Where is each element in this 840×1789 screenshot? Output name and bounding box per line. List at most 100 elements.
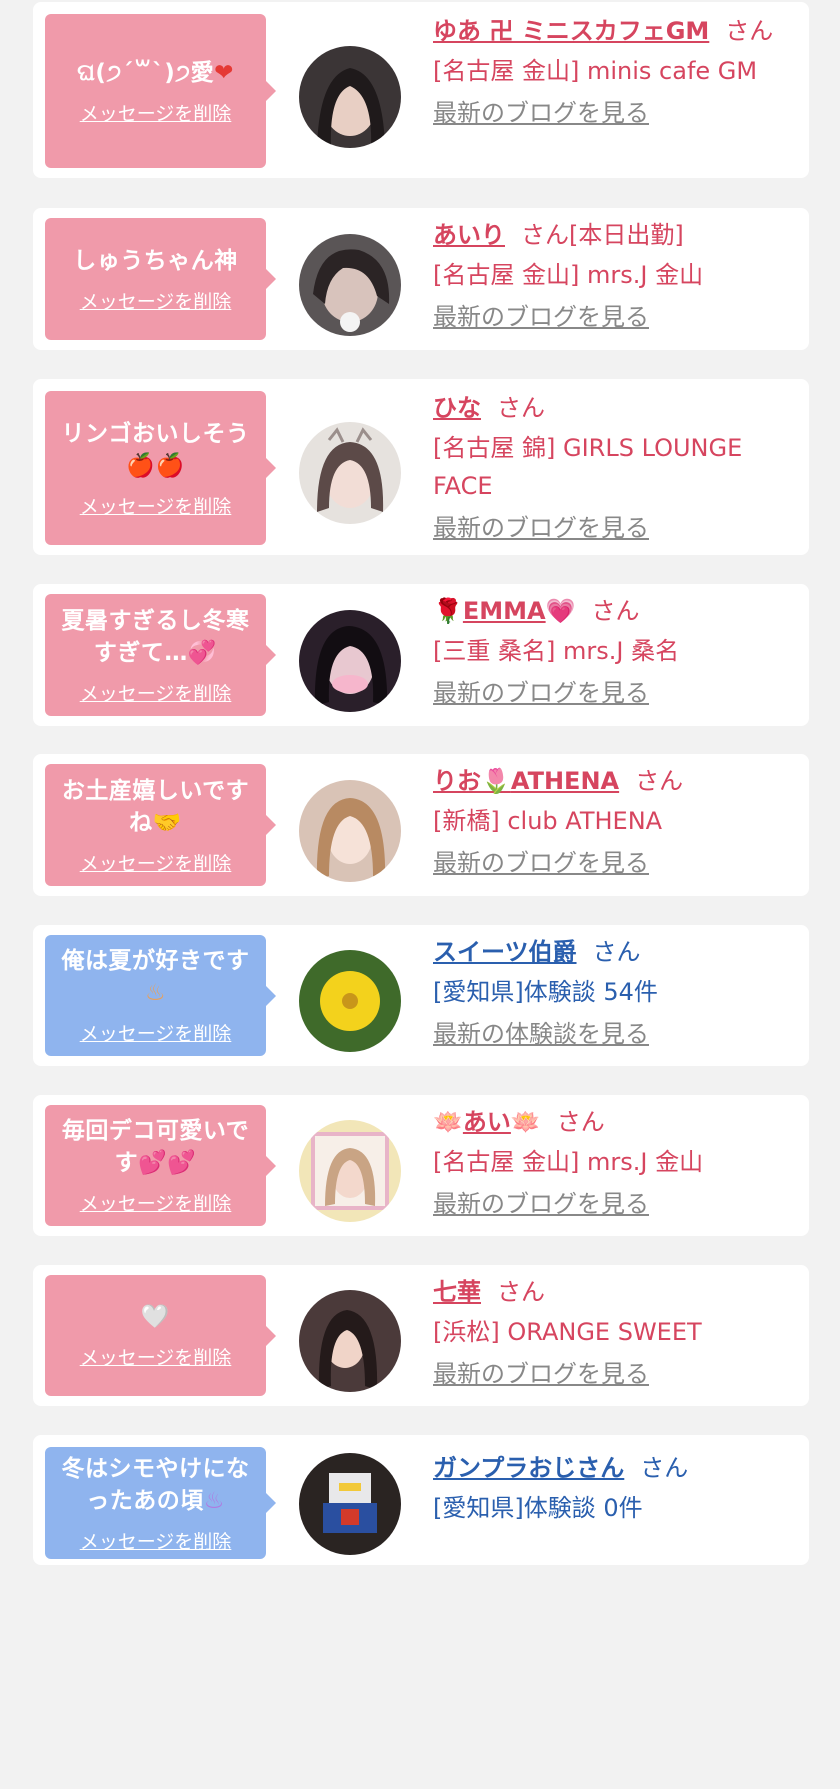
message-bubble: リンゴおいしそう 🍎🍎 メッセージを削除 bbox=[45, 391, 276, 545]
lotus-icon: 🪷 bbox=[510, 1108, 541, 1136]
list-item: お土産嬉しいですね🤝 メッセージを削除 りお🌷ATHENA さん [新橋] clu… bbox=[33, 754, 809, 896]
latest-blog-link[interactable]: 最新のブログを見る bbox=[433, 1357, 789, 1391]
shop-name: [三重 桑名] mrs.J 桑名 bbox=[433, 637, 680, 665]
shop-name: [名古屋 金山] mrs.J 金山 bbox=[433, 1148, 704, 1176]
avatar[interactable] bbox=[299, 950, 401, 1052]
shop-name: [浜松] ORANGE SWEET bbox=[433, 1318, 702, 1346]
message-text: お土産嬉しいですね🤝 bbox=[61, 777, 250, 836]
latest-review-link[interactable]: 最新の体験談を見る bbox=[433, 1017, 789, 1051]
girl-info: ゆあ 卍 ミニスカフェGM さん [名古屋 金山] minis cafe GM 最… bbox=[433, 14, 789, 130]
list-item: 毎回デコ可愛いです💕💕 メッセージを削除 🪷あい🪷 さん [名古屋 金山] mrs… bbox=[33, 1095, 809, 1236]
avatar[interactable] bbox=[299, 780, 401, 882]
message-bubble: ଘ(੭ˊ꒳ˋ)੭愛❤ メッセージを削除 bbox=[45, 14, 276, 168]
apple-icon: 🍎🍎 bbox=[126, 452, 185, 479]
list-item: ଘ(੭ˊ꒳ˋ)੭愛❤ メッセージを削除 ゆあ 卍 ミニスカフェGM さん [名古屋… bbox=[33, 2, 809, 178]
list-item: 🤍 メッセージを削除 七華 さん [浜松] ORANGE SWEET 最新のブログ… bbox=[33, 1265, 809, 1406]
latest-blog-link[interactable]: 最新のブログを見る bbox=[433, 96, 789, 130]
girl-name-link[interactable]: あい bbox=[463, 1108, 511, 1136]
white-heart-icon: 🤍 bbox=[140, 1304, 171, 1330]
girl-name-link[interactable]: あいり bbox=[433, 221, 505, 249]
honorific: さん bbox=[640, 1454, 689, 1482]
latest-blog-link[interactable]: 最新のブログを見る bbox=[433, 511, 789, 545]
girl-info: 🪷あい🪷 さん [名古屋 金山] mrs.J 金山 最新のブログを見る bbox=[433, 1105, 789, 1221]
girl-info: あいり さん[本日出勤] [名古屋 金山] mrs.J 金山 最新のブログを見る bbox=[433, 218, 789, 334]
honorific: さん bbox=[725, 17, 774, 45]
message-text: しゅうちゃん神 bbox=[73, 247, 238, 274]
avatar[interactable] bbox=[299, 1120, 401, 1222]
hearts-icon: 💕💕 bbox=[138, 1150, 197, 1176]
review-count: [愛知県]体験談 54件 bbox=[433, 978, 658, 1006]
message-text: ଘ(੭ˊ꒳ˋ)੭愛❤ bbox=[77, 59, 234, 86]
delete-message-link[interactable]: メッセージを削除 bbox=[80, 679, 232, 706]
hot-spring-icon: ♨ bbox=[144, 980, 167, 1006]
handshake-icon: 🤝 bbox=[152, 809, 182, 836]
delete-message-link[interactable]: メッセージを削除 bbox=[80, 1019, 232, 1046]
delete-message-link[interactable]: メッセージを削除 bbox=[80, 99, 232, 126]
latest-blog-link[interactable]: 最新のブログを見る bbox=[433, 846, 789, 880]
shop-name: [名古屋 錦] GIRLS LOUNGE FACE bbox=[433, 434, 743, 500]
hot-spring-icon: ♨ bbox=[203, 1487, 225, 1514]
member-info: スイーツ伯爵 さん [愛知県]体験談 54件 最新の体験談を見る bbox=[433, 935, 789, 1051]
shop-name: [名古屋 金山] mrs.J 金山 bbox=[433, 261, 704, 289]
latest-blog-link[interactable]: 最新のブログを見る bbox=[433, 676, 789, 710]
avatar[interactable] bbox=[299, 1290, 401, 1392]
delete-message-link[interactable]: メッセージを削除 bbox=[80, 1343, 232, 1370]
honorific: さん bbox=[497, 394, 545, 422]
lotus-icon: 🪷 bbox=[433, 1108, 463, 1136]
message-text: 毎回デコ可愛いです💕💕 bbox=[61, 1118, 250, 1176]
honorific: さん bbox=[497, 1278, 545, 1306]
message-text: 俺は夏が好きです ♨ bbox=[61, 948, 250, 1006]
latest-blog-link[interactable]: 最新のブログを見る bbox=[433, 1187, 789, 1221]
heart-icon: 💗 bbox=[545, 597, 576, 625]
avatar[interactable] bbox=[299, 1453, 401, 1555]
rose-icon: 🌹 bbox=[433, 597, 463, 625]
avatar[interactable] bbox=[299, 422, 401, 524]
girl-name-link[interactable]: ひな bbox=[433, 394, 481, 422]
message-bubble: 俺は夏が好きです ♨ メッセージを削除 bbox=[45, 935, 276, 1056]
honorific: さん bbox=[591, 597, 640, 625]
message-text: 🤍 bbox=[141, 1301, 170, 1333]
avatar[interactable] bbox=[299, 46, 401, 148]
honorific: さん[本日出勤] bbox=[521, 221, 684, 249]
list-item: 夏暑すぎるし冬寒すぎて…💞 メッセージを削除 🌹EMMA💗 さん [三重 桑名] … bbox=[33, 584, 809, 726]
girl-info: 🌹EMMA💗 さん [三重 桑名] mrs.J 桑名 最新のブログを見る bbox=[433, 594, 789, 710]
girl-name-link[interactable]: 七華 bbox=[433, 1278, 481, 1306]
member-name-link[interactable]: スイーツ伯爵 bbox=[433, 938, 577, 966]
girl-info: 七華 さん [浜松] ORANGE SWEET 最新のブログを見る bbox=[433, 1275, 789, 1391]
delete-message-link[interactable]: メッセージを削除 bbox=[80, 849, 232, 876]
member-name-link[interactable]: ガンプラおじさん bbox=[433, 1454, 624, 1482]
member-info: ガンプラおじさん さん [愛知県]体験談 0件 bbox=[433, 1451, 789, 1527]
delete-message-link[interactable]: メッセージを削除 bbox=[80, 287, 232, 314]
list-item: リンゴおいしそう 🍎🍎 メッセージを削除 ひな さん [名古屋 錦] GIRLS L… bbox=[33, 379, 809, 555]
message-bubble: 夏暑すぎるし冬寒すぎて…💞 メッセージを削除 bbox=[45, 594, 276, 716]
message-text: 夏暑すぎるし冬寒すぎて…💞 bbox=[61, 607, 250, 666]
message-bubble: 🤍 メッセージを削除 bbox=[45, 1275, 276, 1396]
honorific: さん bbox=[635, 767, 684, 795]
message-bubble: お土産嬉しいですね🤝 メッセージを削除 bbox=[45, 764, 276, 886]
avatar[interactable] bbox=[299, 610, 401, 712]
favorite-list: ଘ(੭ˊ꒳ˋ)੭愛❤ メッセージを削除 ゆあ 卍 ミニスカフェGM さん [名古屋… bbox=[0, 0, 840, 1789]
delete-message-link[interactable]: メッセージを削除 bbox=[80, 492, 232, 519]
avatar[interactable] bbox=[299, 234, 401, 336]
message-bubble: しゅうちゃん神 メッセージを削除 bbox=[45, 218, 276, 340]
shop-name: [名古屋 金山] minis cafe GM bbox=[433, 57, 758, 85]
honorific: さん bbox=[556, 1108, 605, 1136]
girl-info: ひな さん [名古屋 錦] GIRLS LOUNGE FACE 最新のブログを見る bbox=[433, 391, 789, 545]
shop-name: [新橋] club ATHENA bbox=[433, 807, 663, 835]
message-bubble: 冬はシモやけになったあの頃♨ メッセージを削除 bbox=[45, 1447, 276, 1559]
list-item: しゅうちゃん神 メッセージを削除 あいり さん[本日出勤] [名古屋 金山] mr… bbox=[33, 208, 809, 350]
girl-info: りお🌷ATHENA さん [新橋] club ATHENA 最新のブログを見る bbox=[433, 764, 789, 880]
delete-message-link[interactable]: メッセージを削除 bbox=[80, 1189, 232, 1216]
message-text: 冬はシモやけになったあの頃♨ bbox=[61, 1455, 250, 1514]
girl-name-link[interactable]: EMMA bbox=[463, 597, 546, 625]
list-item: 俺は夏が好きです ♨ メッセージを削除 スイーツ伯爵 さん [愛知県]体験談 54件… bbox=[33, 925, 809, 1066]
message-text: リンゴおいしそう 🍎🍎 bbox=[61, 420, 250, 479]
review-count: [愛知県]体験談 0件 bbox=[433, 1494, 643, 1522]
honorific: さん bbox=[592, 938, 641, 966]
heart-icon: ❤ bbox=[214, 59, 234, 86]
delete-message-link[interactable]: メッセージを削除 bbox=[80, 1527, 232, 1554]
girl-name-link[interactable]: りお🌷ATHENA bbox=[433, 767, 619, 795]
girl-name-link[interactable]: ゆあ 卍 ミニスカフェGM bbox=[433, 17, 709, 45]
latest-blog-link[interactable]: 最新のブログを見る bbox=[433, 300, 789, 334]
message-bubble: 毎回デコ可愛いです💕💕 メッセージを削除 bbox=[45, 1105, 276, 1226]
